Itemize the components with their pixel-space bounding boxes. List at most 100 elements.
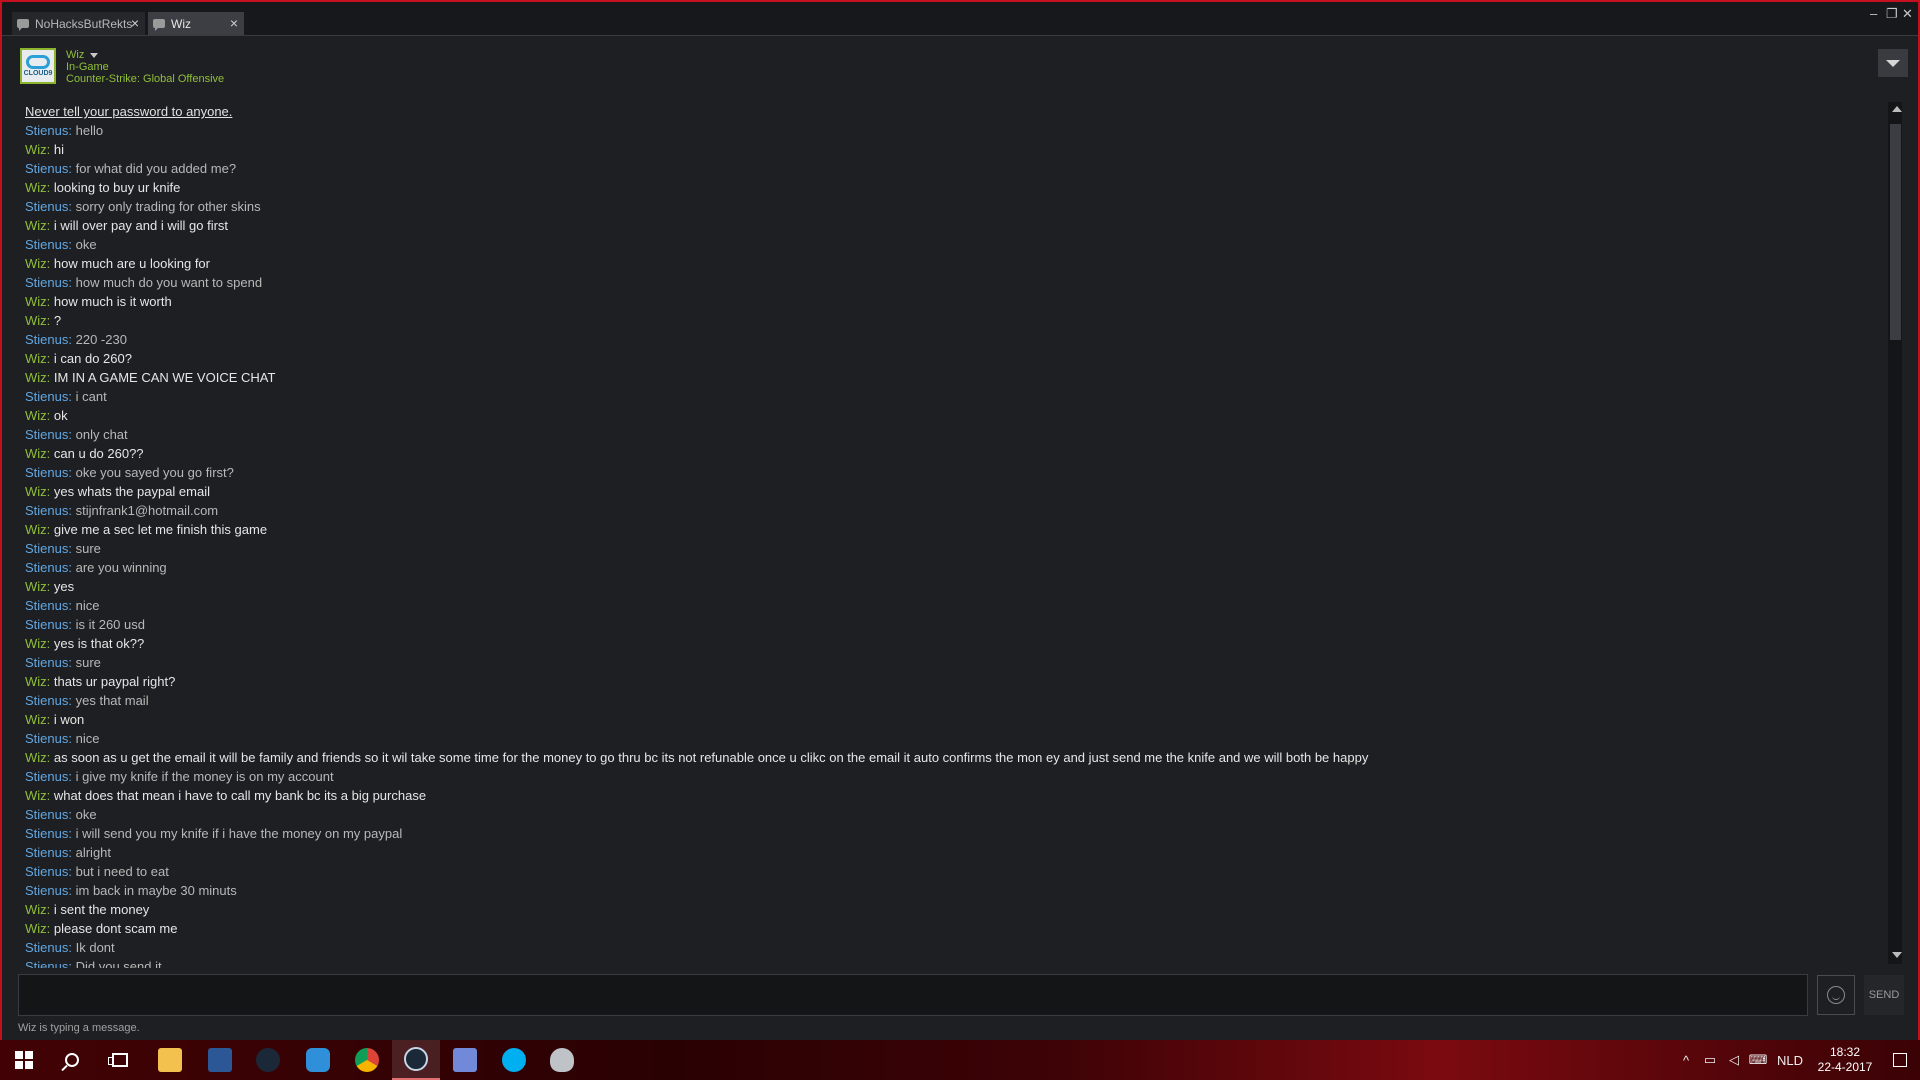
message-sender[interactable]: Stienus	[25, 959, 68, 968]
scroll-down-icon[interactable]	[1892, 952, 1902, 958]
message-sender[interactable]: Stienus	[25, 237, 68, 252]
message-sender[interactable]: Stienus	[25, 275, 68, 290]
network-icon[interactable]: ▭	[1698, 1052, 1722, 1068]
friend-name[interactable]: Wiz	[66, 49, 99, 61]
message-text: as soon as u get the email it will be fa…	[53, 750, 1369, 765]
message-sender[interactable]: Stienus	[25, 389, 68, 404]
message-text: i will over pay and i will go first	[53, 218, 229, 233]
message-sender[interactable]: Stienus	[25, 617, 68, 632]
message-sender[interactable]: Stienus	[25, 845, 68, 860]
message-sender[interactable]: Wiz	[25, 902, 47, 917]
message-sender[interactable]: Wiz	[25, 218, 47, 233]
message-sender[interactable]: Stienus	[25, 560, 68, 575]
message-sender[interactable]: Stienus	[25, 826, 68, 841]
message-sender[interactable]: Wiz	[25, 750, 47, 765]
message-sender[interactable]: Stienus	[25, 731, 68, 746]
message-text: please dont scam me	[53, 921, 178, 936]
notification-button[interactable]	[1880, 1053, 1920, 1067]
avatar[interactable]: CLOUD9	[20, 48, 56, 84]
tab-nohacksbutrekts[interactable]: NoHacksButRekts ×	[12, 12, 145, 35]
message-sender[interactable]: Wiz	[25, 256, 47, 271]
close-button[interactable]: ✕	[1902, 6, 1913, 22]
message-sender[interactable]: Wiz	[25, 294, 47, 309]
message-sender[interactable]: Wiz	[25, 522, 47, 537]
message-sender[interactable]: Wiz	[25, 446, 47, 461]
message-sender[interactable]: Wiz	[25, 351, 47, 366]
message-sender[interactable]: Wiz	[25, 674, 47, 689]
message-sender[interactable]: Stienus	[25, 883, 68, 898]
clock[interactable]: 18:32 22-4-2017	[1810, 1045, 1880, 1075]
discord-button[interactable]	[441, 1040, 489, 1080]
scroll-up-icon[interactable]	[1892, 106, 1902, 112]
steam-button[interactable]	[392, 1040, 440, 1080]
message-sender[interactable]: Wiz	[25, 788, 47, 803]
file-explorer-button[interactable]	[146, 1040, 194, 1080]
close-tab-icon[interactable]: ×	[230, 15, 238, 31]
message-sender[interactable]: Wiz	[25, 921, 47, 936]
task-view-button[interactable]	[96, 1040, 144, 1080]
message-sender[interactable]: Stienus	[25, 465, 68, 480]
message-text: alright	[75, 845, 112, 860]
message-sender[interactable]: Stienus	[25, 427, 68, 442]
message-input[interactable]	[18, 974, 1808, 1016]
chat-message: Stienus: for what did you added me?	[25, 161, 237, 176]
language-indicator[interactable]: NLD	[1770, 1053, 1810, 1068]
chat-message: Stienus: 220 -230	[25, 332, 127, 347]
message-sender[interactable]: Wiz	[25, 636, 47, 651]
message-sender[interactable]: Stienus	[25, 123, 68, 138]
message-sender[interactable]: Stienus	[25, 655, 68, 670]
message-sender[interactable]: Wiz	[25, 180, 47, 195]
minimize-button[interactable]: –	[1870, 6, 1877, 21]
message-text: how much are u looking for	[53, 256, 210, 271]
volume-icon[interactable]: ◁	[1722, 1052, 1746, 1068]
message-sender[interactable]: Stienus	[25, 332, 68, 347]
message-sender[interactable]: Wiz	[25, 370, 47, 385]
chat-message: Wiz: i can do 260?	[25, 351, 132, 366]
chevron-up-icon[interactable]: ^	[1674, 1053, 1698, 1068]
message-text: yes that mail	[75, 693, 149, 708]
message-text: i give my knife if the money is on my ac…	[75, 769, 334, 784]
message-sender[interactable]: Wiz	[25, 579, 47, 594]
search-button[interactable]	[48, 1040, 96, 1080]
chrome-button[interactable]	[343, 1040, 391, 1080]
windows-icon	[15, 1051, 33, 1069]
message-sender[interactable]: Stienus	[25, 503, 68, 518]
message-sender[interactable]: Stienus	[25, 161, 68, 176]
scrollbar-thumb[interactable]	[1890, 124, 1901, 340]
send-button[interactable]: SEND	[1864, 975, 1904, 1015]
message-sender[interactable]: Stienus	[25, 199, 68, 214]
app-g-button[interactable]	[294, 1040, 342, 1080]
message-sender[interactable]: Stienus	[25, 940, 68, 955]
skype-button[interactable]	[490, 1040, 538, 1080]
message-sender[interactable]: Stienus	[25, 864, 68, 879]
message-sender[interactable]: Stienus	[25, 807, 68, 822]
chat-message: Wiz: ?	[25, 313, 62, 328]
chat-message: Wiz: thats ur paypal right?	[25, 674, 176, 689]
message-sender[interactable]: Stienus	[25, 769, 68, 784]
chat-message: Stienus: nice	[25, 598, 100, 613]
message-sender[interactable]: Stienus	[25, 541, 68, 556]
message-text: im back in maybe 30 minuts	[75, 883, 237, 898]
steam-alt-button[interactable]	[244, 1040, 292, 1080]
friend-game: Counter-Strike: Global Offensive	[66, 73, 225, 85]
emoticon-button[interactable]	[1817, 975, 1855, 1015]
message-sender[interactable]: Wiz	[25, 484, 47, 499]
message-sender[interactable]: Wiz	[25, 408, 47, 423]
message-sender[interactable]: Wiz	[25, 313, 47, 328]
tab-wiz[interactable]: Wiz ×	[148, 12, 244, 35]
skype-icon	[502, 1048, 526, 1072]
avatar-logo-text: CLOUD9	[23, 70, 53, 77]
chat-options-button[interactable]	[1878, 49, 1908, 77]
chat-message: Stienus: i will send you my knife if i h…	[25, 826, 403, 841]
message-sender[interactable]: Wiz	[25, 142, 47, 157]
keyboard-icon[interactable]: ⌨	[1746, 1052, 1770, 1068]
message-sender[interactable]: Wiz	[25, 712, 47, 727]
message-sender[interactable]: Stienus	[25, 598, 68, 613]
chat-message: Wiz: how much is it worth	[25, 294, 172, 309]
close-tab-icon[interactable]: ×	[131, 15, 139, 31]
start-button[interactable]	[0, 1040, 48, 1080]
message-sender[interactable]: Stienus	[25, 693, 68, 708]
word-button[interactable]	[196, 1040, 244, 1080]
app-shield-button[interactable]	[538, 1040, 586, 1080]
maximize-button[interactable]: ❐	[1886, 6, 1898, 22]
